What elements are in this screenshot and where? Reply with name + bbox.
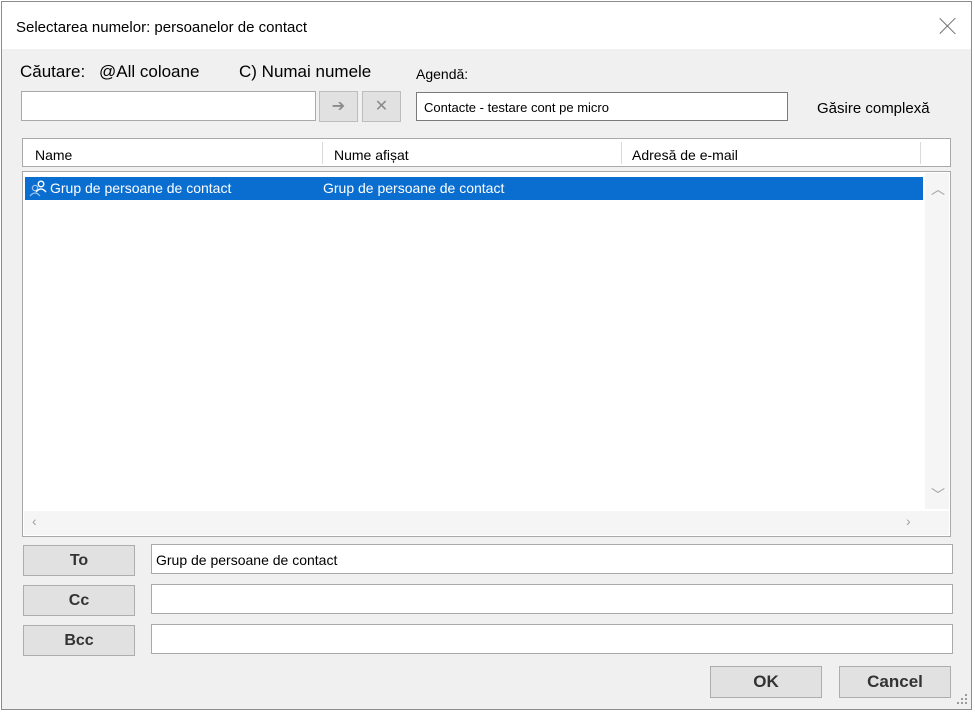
title-bar: Selectarea numelor: persoanelor de conta…	[2, 2, 971, 49]
scroll-right-icon[interactable]: ›	[906, 513, 911, 529]
scroll-down-icon[interactable]: ﹀	[931, 485, 945, 505]
close-icon[interactable]	[936, 14, 960, 38]
scroll-left-icon[interactable]: ‹	[32, 513, 37, 529]
contacts-list[interactable]: Grup de persoane de contact Grup de pers…	[22, 171, 951, 537]
to-field[interactable]: Grup de persoane de contact	[151, 544, 953, 574]
horizontal-scrollbar[interactable]: ‹ ›	[24, 511, 925, 535]
column-header-name[interactable]: Name	[35, 147, 72, 163]
column-header-email[interactable]: Adresă de e-mail	[632, 147, 738, 163]
bcc-field[interactable]	[151, 624, 953, 654]
advanced-find-link[interactable]: Găsire complexă	[817, 100, 930, 117]
close-icon: ✕	[374, 98, 389, 115]
scroll-up-icon[interactable]: ︿	[931, 179, 945, 199]
cell-display-name: Grup de persoane de contact	[323, 180, 505, 196]
cc-field[interactable]	[151, 584, 953, 614]
column-divider[interactable]	[621, 142, 622, 164]
list-header: Name Nume afișat Adresă de e-mail	[22, 138, 951, 167]
cancel-button[interactable]: Cancel	[839, 666, 951, 698]
resize-grip-icon[interactable]	[954, 692, 968, 706]
ok-button[interactable]: OK	[710, 666, 822, 698]
search-label: Căutare:	[20, 62, 86, 81]
to-button[interactable]: To	[23, 545, 135, 576]
search-option-all-columns[interactable]: @All coloane	[99, 62, 199, 82]
column-divider[interactable]	[322, 142, 323, 164]
cell-name: Grup de persoane de contact	[50, 180, 232, 196]
arrow-right-icon: ➔	[331, 98, 346, 115]
search-input[interactable]	[21, 91, 316, 121]
address-book-label: Agendă:	[416, 66, 469, 82]
cc-button[interactable]: Cc	[23, 585, 135, 616]
bcc-button[interactable]: Bcc	[23, 625, 135, 656]
contact-group-icon	[29, 180, 47, 197]
column-header-display-name[interactable]: Nume afișat	[334, 147, 409, 163]
search-clear-button[interactable]: ✕	[362, 91, 401, 122]
vertical-scrollbar[interactable]: ︿ ﹀	[925, 173, 949, 509]
table-row[interactable]: Grup de persoane de contact Grup de pers…	[25, 177, 923, 200]
column-divider[interactable]	[920, 142, 921, 164]
window-title: Selectarea numelor: persoanelor de conta…	[16, 19, 308, 36]
scrollbar-corner	[925, 511, 949, 535]
search-option-name-only[interactable]: C) Numai numele	[239, 62, 371, 82]
address-book-select[interactable]: Contacte - testare cont pe micro	[416, 92, 788, 121]
search-go-button[interactable]: ➔	[319, 91, 358, 122]
